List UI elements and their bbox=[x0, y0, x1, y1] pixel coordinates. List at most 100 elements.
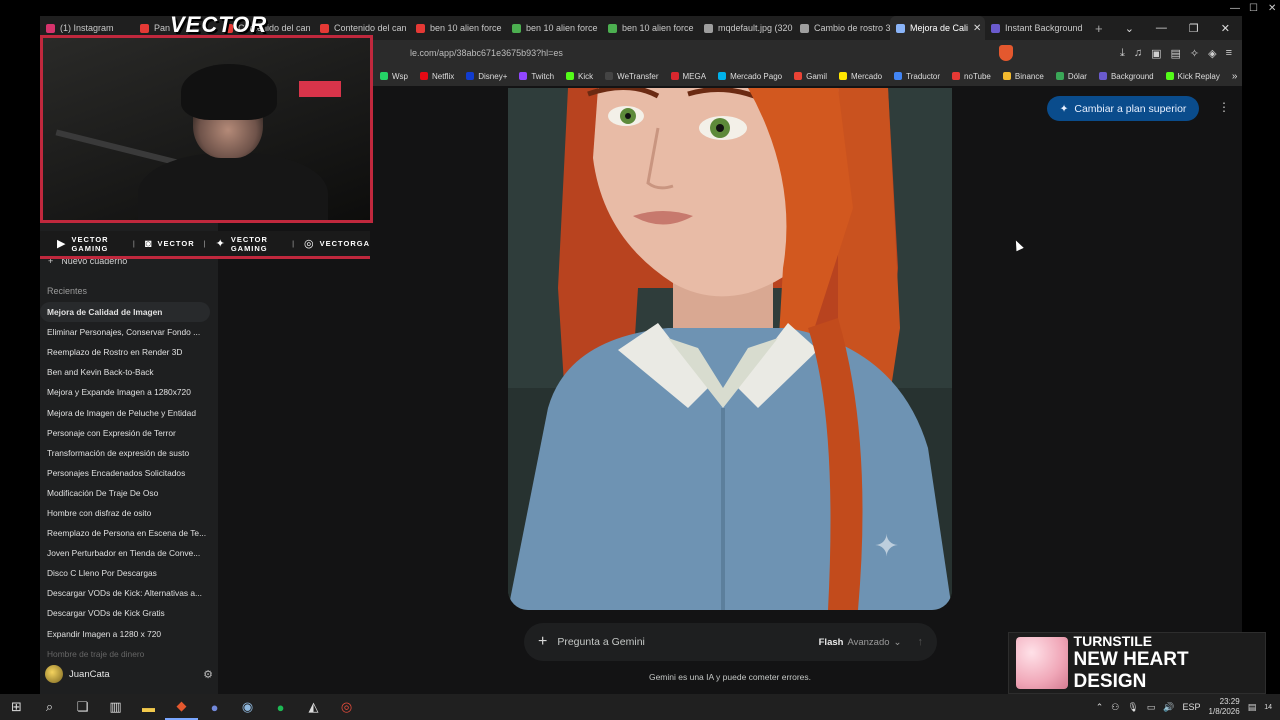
recent-item[interactable]: Hombre de traje de dinero bbox=[40, 644, 218, 664]
restore-icon[interactable]: ❐ bbox=[1189, 22, 1199, 35]
red-overlay-block bbox=[299, 81, 341, 97]
maximize-icon[interactable]: ☐ bbox=[1249, 3, 1258, 14]
app-icon[interactable]: ▥ bbox=[99, 694, 132, 720]
recent-item[interactable]: Mejora y Expande Imagen a 1280x720 bbox=[40, 382, 218, 402]
recent-item[interactable]: Hombre con disfraz de osito bbox=[40, 503, 218, 523]
recent-item[interactable]: Expandir Imagen a 1280 x 720 bbox=[40, 624, 218, 644]
more-options-icon[interactable]: ⋮ bbox=[1218, 100, 1230, 114]
task-view-icon[interactable]: ❏ bbox=[66, 694, 99, 720]
bookmark-disney[interactable]: Disney+ bbox=[466, 72, 507, 81]
new-tab-icon[interactable]: + bbox=[1095, 21, 1103, 36]
capcut-icon[interactable]: ◭ bbox=[297, 694, 330, 720]
bookmark-netflix[interactable]: Netflix bbox=[420, 72, 454, 81]
tab-4[interactable]: ben 10 alien force bbox=[410, 16, 506, 40]
sidebar-toggle-icon[interactable]: ▣ bbox=[1151, 47, 1161, 60]
tab-list-icon[interactable]: ⌄ bbox=[1125, 22, 1134, 35]
bookmark-gmail[interactable]: Gamil bbox=[794, 72, 827, 81]
divider: | bbox=[132, 239, 136, 248]
bookmark-background[interactable]: Background bbox=[1098, 72, 1154, 81]
download-icon[interactable]: ⤓ bbox=[1120, 47, 1125, 60]
wallet-icon[interactable]: ▤ bbox=[1170, 47, 1180, 60]
upgrade-plan-button[interactable]: ✦ Cambiar a plan superior bbox=[1047, 96, 1199, 121]
bookmark-traductor[interactable]: Traductor bbox=[894, 72, 940, 81]
network-icon[interactable]: ▭ bbox=[1147, 702, 1156, 713]
recent-item[interactable]: Mejora de Calidad de Imagen bbox=[40, 302, 210, 323]
bookmark-wsp[interactable]: Wsp bbox=[380, 72, 408, 81]
recent-item[interactable]: Descargar VODs de Kick: Alternativas a..… bbox=[40, 583, 218, 603]
bookmark-mercado-pago[interactable]: Mercado Pago bbox=[718, 72, 782, 81]
bookmark-wetransfer[interactable]: WeTransfer bbox=[605, 71, 659, 81]
gemini-sparkle-icon: ✦ bbox=[874, 530, 900, 563]
chevron-up-icon[interactable]: ⌃ bbox=[1096, 702, 1104, 713]
usb-icon[interactable]: ⚇ bbox=[1111, 702, 1119, 713]
recent-item[interactable]: Descargar VODs de Kick Gratis bbox=[40, 603, 218, 623]
tab-7[interactable]: mqdefault.jpg (320 bbox=[698, 16, 794, 40]
steam-icon[interactable]: ◉ bbox=[231, 694, 264, 720]
close-icon[interactable]: ✕ bbox=[1221, 22, 1230, 35]
file-explorer-icon[interactable]: ▬ bbox=[132, 694, 165, 720]
minimize-icon[interactable]: — bbox=[1230, 3, 1240, 14]
recent-item[interactable]: Personaje con Expresión de Terror bbox=[40, 423, 218, 443]
recent-item[interactable]: Reemplazo de Persona en Escena de Te... bbox=[40, 523, 218, 543]
discord-icon[interactable]: ● bbox=[198, 694, 231, 720]
now-playing-widget: TURNSTILE NEW HEART DESIGN bbox=[1008, 632, 1266, 694]
recent-item[interactable]: Transformación de expresión de susto bbox=[40, 443, 218, 463]
brave-shield-icon[interactable] bbox=[999, 45, 1013, 61]
search-icon[interactable]: ⌕ bbox=[33, 694, 66, 720]
minimize-icon[interactable]: — bbox=[1156, 22, 1167, 35]
close-icon[interactable]: ✕ bbox=[1268, 3, 1276, 14]
recent-item[interactable]: Modificación De Traje De Oso bbox=[40, 483, 218, 503]
prompt-placeholder: Pregunta a Gemini bbox=[557, 636, 645, 648]
media-icon[interactable]: ♫ bbox=[1134, 47, 1142, 60]
leo-icon[interactable]: ✧ bbox=[1190, 47, 1199, 60]
add-attachment-icon[interactable]: + bbox=[538, 633, 547, 651]
recent-item[interactable]: Disco C Lleno Por Descargas bbox=[40, 563, 218, 583]
menu-icon[interactable]: ≡ bbox=[1226, 47, 1232, 60]
bookmark-label: Binance bbox=[1014, 71, 1044, 81]
prompt-input[interactable]: + Pregunta a Gemini Flash Avanzado ⌄ ↑ bbox=[524, 623, 937, 661]
obs-icon[interactable]: ◎ bbox=[330, 694, 363, 720]
spotify-icon[interactable]: ● bbox=[264, 694, 297, 720]
bookmark-twitch[interactable]: Twitch bbox=[519, 72, 554, 81]
close-tab-icon[interactable]: ✕ bbox=[973, 23, 981, 34]
recent-item[interactable]: Mejora de Imagen de Peluche y Entidad bbox=[40, 402, 218, 422]
tab-label: mqdefault.jpg (320 bbox=[718, 23, 793, 33]
recent-item[interactable]: Personajes Encadenados Solicitados bbox=[40, 463, 218, 483]
recent-item[interactable]: Ben and Kevin Back-to-Back bbox=[40, 362, 218, 382]
notification-icon[interactable]: ▤ bbox=[1248, 702, 1257, 713]
tab-5[interactable]: ben 10 alien force bbox=[506, 16, 602, 40]
tab-label: (1) Instagram bbox=[60, 23, 114, 33]
tab-10[interactable]: Instant Background bbox=[985, 16, 1085, 40]
microphone-icon[interactable]: 🎙 bbox=[1127, 702, 1138, 713]
vpn-icon[interactable]: ◈ bbox=[1208, 47, 1216, 60]
tab-6[interactable]: ben 10 alien force bbox=[602, 16, 698, 40]
recent-item[interactable]: Eliminar Personajes, Conservar Fondo ... bbox=[40, 322, 218, 342]
recent-item[interactable]: Reemplazo de Rostro en Render 3D bbox=[40, 342, 218, 362]
language-indicator[interactable]: ESP bbox=[1183, 702, 1201, 712]
social-instagram: ◎ VECTORGA bbox=[304, 237, 370, 250]
bookmark-kick-replay[interactable]: Kick Replay bbox=[1165, 72, 1220, 81]
clock[interactable]: 23:29 1/8/2026 bbox=[1209, 697, 1240, 717]
bookmark-mercado[interactable]: Mercado bbox=[838, 72, 882, 81]
tab-favicon bbox=[416, 23, 425, 33]
recent-item[interactable]: Joven Perturbador en Tienda de Conve... bbox=[40, 543, 218, 563]
windows-start-icon[interactable]: ⊞ bbox=[0, 694, 33, 720]
volume-icon[interactable]: 🔊 bbox=[1163, 702, 1174, 713]
disney-icon bbox=[466, 72, 475, 80]
tab-9-active[interactable]: Mejora de Cali ✕ bbox=[890, 16, 985, 40]
tab-8[interactable]: Cambio de rostro 3 bbox=[794, 16, 890, 40]
bookmark-binance[interactable]: Binance bbox=[1002, 71, 1044, 81]
bookmark-kick[interactable]: Kick bbox=[566, 72, 593, 81]
model-selector[interactable]: Flash Avanzado ⌄ bbox=[819, 637, 902, 648]
bookmark-label: Twitch bbox=[531, 71, 555, 81]
bookmark-dolar[interactable]: Dólar bbox=[1055, 72, 1087, 81]
social-youtube: ▶ VECTOR GAMING bbox=[57, 235, 124, 253]
youtube-icon: ▶ bbox=[57, 238, 67, 250]
more-bookmarks-icon[interactable]: » bbox=[1232, 71, 1256, 82]
url-field[interactable]: le.com/app/38abc671e3675b93?hl=es bbox=[410, 48, 563, 58]
bookmark-notube[interactable]: noTube bbox=[952, 72, 991, 81]
bookmark-mega[interactable]: MEGA bbox=[670, 72, 706, 81]
brave-browser-icon[interactable]: ◆ bbox=[165, 694, 198, 720]
bookmark-label: WeTransfer bbox=[617, 71, 659, 81]
send-arrow-icon[interactable]: ↑ bbox=[918, 636, 924, 648]
